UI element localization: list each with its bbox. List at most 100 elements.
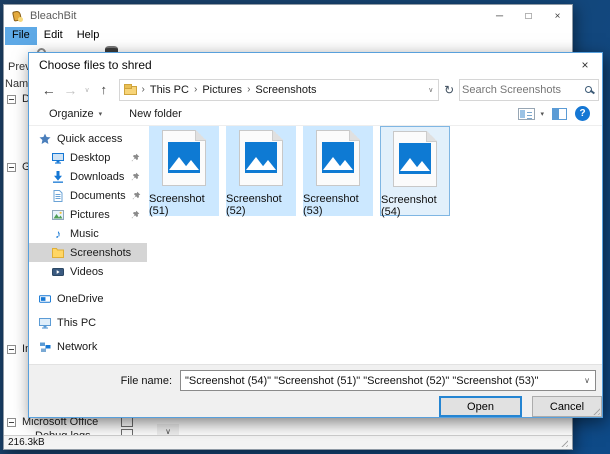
open-button[interactable]: Open <box>439 396 522 417</box>
sidebar-item-desktop[interactable]: Desktop <box>29 148 147 167</box>
sidebar-item-onedrive[interactable]: OneDrive <box>29 289 147 308</box>
recent-locations-chevron[interactable]: ∨ <box>81 86 93 94</box>
app-title: BleachBit <box>30 10 76 22</box>
sidebar-item-screenshots[interactable]: Screenshots <box>29 243 147 262</box>
sidebar-item-label: Screenshots <box>70 247 131 259</box>
maximize-button[interactable]: □ <box>514 5 543 27</box>
file-name-row: File name: ∨ <box>29 370 596 391</box>
sidebar-item-documents[interactable]: Documents <box>29 186 147 205</box>
crumb-separator-icon: › <box>246 84 251 95</box>
file-tile-screenshot-53[interactable]: Screenshot (53) <box>303 126 373 216</box>
document-icon <box>52 190 64 202</box>
sidebar-item-label: This PC <box>57 317 96 329</box>
breadcrumb-pictures[interactable]: Pictures <box>202 84 242 96</box>
folder-icon <box>124 84 137 95</box>
app-titlebar: BleachBit ─ □ × <box>4 5 572 27</box>
resize-grip-icon[interactable] <box>559 438 568 447</box>
file-name-label: Screenshot (53) <box>303 193 373 217</box>
minimize-button[interactable]: ─ <box>485 5 514 27</box>
search-box <box>459 79 599 101</box>
organize-button[interactable]: Organize <box>49 108 94 120</box>
expander-icon[interactable] <box>7 345 16 354</box>
picture-icon <box>52 209 64 221</box>
tree-row[interactable]: D <box>7 93 30 105</box>
sidebar-item-quick-access[interactable]: Quick access <box>29 129 147 148</box>
star-icon <box>39 133 51 145</box>
navigation-sidebar: Quick access Desktop Downloads Documents… <box>29 126 147 364</box>
breadcrumb-screenshots[interactable]: Screenshots <box>255 84 316 96</box>
file-tiles: Screenshot (51) Screenshot (52) Screensh… <box>147 126 602 216</box>
navigation-bar: ← → ∨ ↑ › This PC › Pictures › Screensho… <box>29 77 602 102</box>
sidebar-item-network[interactable]: Network <box>29 337 147 356</box>
file-tile-screenshot-52[interactable]: Screenshot (52) <box>226 126 296 216</box>
search-input[interactable] <box>462 84 585 96</box>
sidebar-item-videos[interactable]: Videos <box>29 262 147 281</box>
sidebar-item-label: Videos <box>70 266 103 278</box>
close-button[interactable]: × <box>543 5 572 27</box>
expander-icon[interactable] <box>7 418 16 427</box>
forward-button[interactable]: → <box>60 82 82 98</box>
sidebar-item-label: Network <box>57 341 97 353</box>
crumb-separator-icon: › <box>193 84 198 95</box>
network-icon <box>39 341 51 353</box>
file-tile-screenshot-54[interactable]: Screenshot (54) <box>380 126 450 216</box>
new-folder-button[interactable]: New folder <box>129 108 182 120</box>
image-file-icon <box>162 130 206 186</box>
menu-file[interactable]: File <box>5 27 37 45</box>
bleachbit-logo-icon <box>11 10 24 23</box>
view-mode-icon[interactable] <box>518 108 535 120</box>
sidebar-item-music[interactable]: ♪ Music <box>29 224 147 243</box>
pin-icon <box>131 153 147 162</box>
pin-icon <box>132 191 148 200</box>
file-name-combo: ∨ <box>180 370 596 391</box>
command-bar: Organize ▾ New folder ▾ ? <box>29 102 602 126</box>
dialog-close-button[interactable]: × <box>568 53 602 77</box>
menu-bar: File Edit Help <box>4 27 572 45</box>
pin-icon <box>131 210 147 219</box>
expander-icon[interactable] <box>7 95 16 104</box>
status-size-text: 216.3kB <box>8 437 45 448</box>
crumb-separator-icon: › <box>141 84 146 95</box>
sidebar-item-label: Downloads <box>70 171 124 183</box>
back-button[interactable]: ← <box>38 82 60 98</box>
sidebar-item-label: Music <box>70 228 99 240</box>
desktop: { "window": { "title": "BleachBit", "men… <box>0 0 610 454</box>
sidebar-item-downloads[interactable]: Downloads <box>29 167 147 186</box>
sidebar-item-pictures[interactable]: Pictures <box>29 205 147 224</box>
commandbar-right-group: ▾ ? <box>518 106 590 121</box>
sidebar-item-label: Desktop <box>70 152 110 164</box>
sidebar-item-label: Documents <box>70 190 126 202</box>
sidebar-item-this-pc[interactable]: This PC <box>29 313 147 332</box>
file-name-label: Screenshot (51) <box>149 193 219 217</box>
view-mode-chevron[interactable]: ▾ <box>540 110 544 118</box>
status-bar: 216.3kB <box>4 435 572 449</box>
organize-dropdown-chevron[interactable]: ▾ <box>99 110 103 118</box>
expander-icon[interactable] <box>7 163 16 172</box>
refresh-button[interactable]: ↻ <box>439 79 459 101</box>
up-button[interactable]: ↑ <box>93 82 115 97</box>
preview-pane-icon[interactable] <box>552 108 567 120</box>
file-name-label: File name: <box>29 375 180 387</box>
file-name-dropdown-chevron[interactable]: ∨ <box>579 376 595 385</box>
menu-edit[interactable]: Edit <box>37 27 70 45</box>
file-tile-screenshot-51[interactable]: Screenshot (51) <box>149 126 219 216</box>
address-dropdown-chevron[interactable]: ∨ <box>428 86 435 94</box>
file-name-input[interactable] <box>181 375 579 387</box>
dialog-title: Choose files to shred <box>39 58 152 72</box>
help-icon[interactable]: ? <box>575 106 590 121</box>
sidebar-item-label: Pictures <box>70 209 110 221</box>
file-list-pane: Screenshot (51) Screenshot (52) Screensh… <box>147 126 602 364</box>
breadcrumb-this-pc[interactable]: This PC <box>150 84 189 96</box>
image-file-icon <box>316 130 360 186</box>
video-icon <box>52 266 64 278</box>
search-icon[interactable] <box>585 86 592 93</box>
image-file-icon <box>239 130 283 186</box>
pin-icon <box>131 172 147 181</box>
cloud-icon <box>39 293 51 305</box>
cancel-button[interactable]: Cancel <box>532 396 602 417</box>
menu-help[interactable]: Help <box>70 27 107 45</box>
address-bar[interactable]: › This PC › Pictures › Screenshots ∨ <box>119 79 440 101</box>
window-controls: ─ □ × <box>485 5 572 27</box>
dialog-titlebar: Choose files to shred × <box>29 53 602 77</box>
image-file-icon <box>393 131 437 187</box>
